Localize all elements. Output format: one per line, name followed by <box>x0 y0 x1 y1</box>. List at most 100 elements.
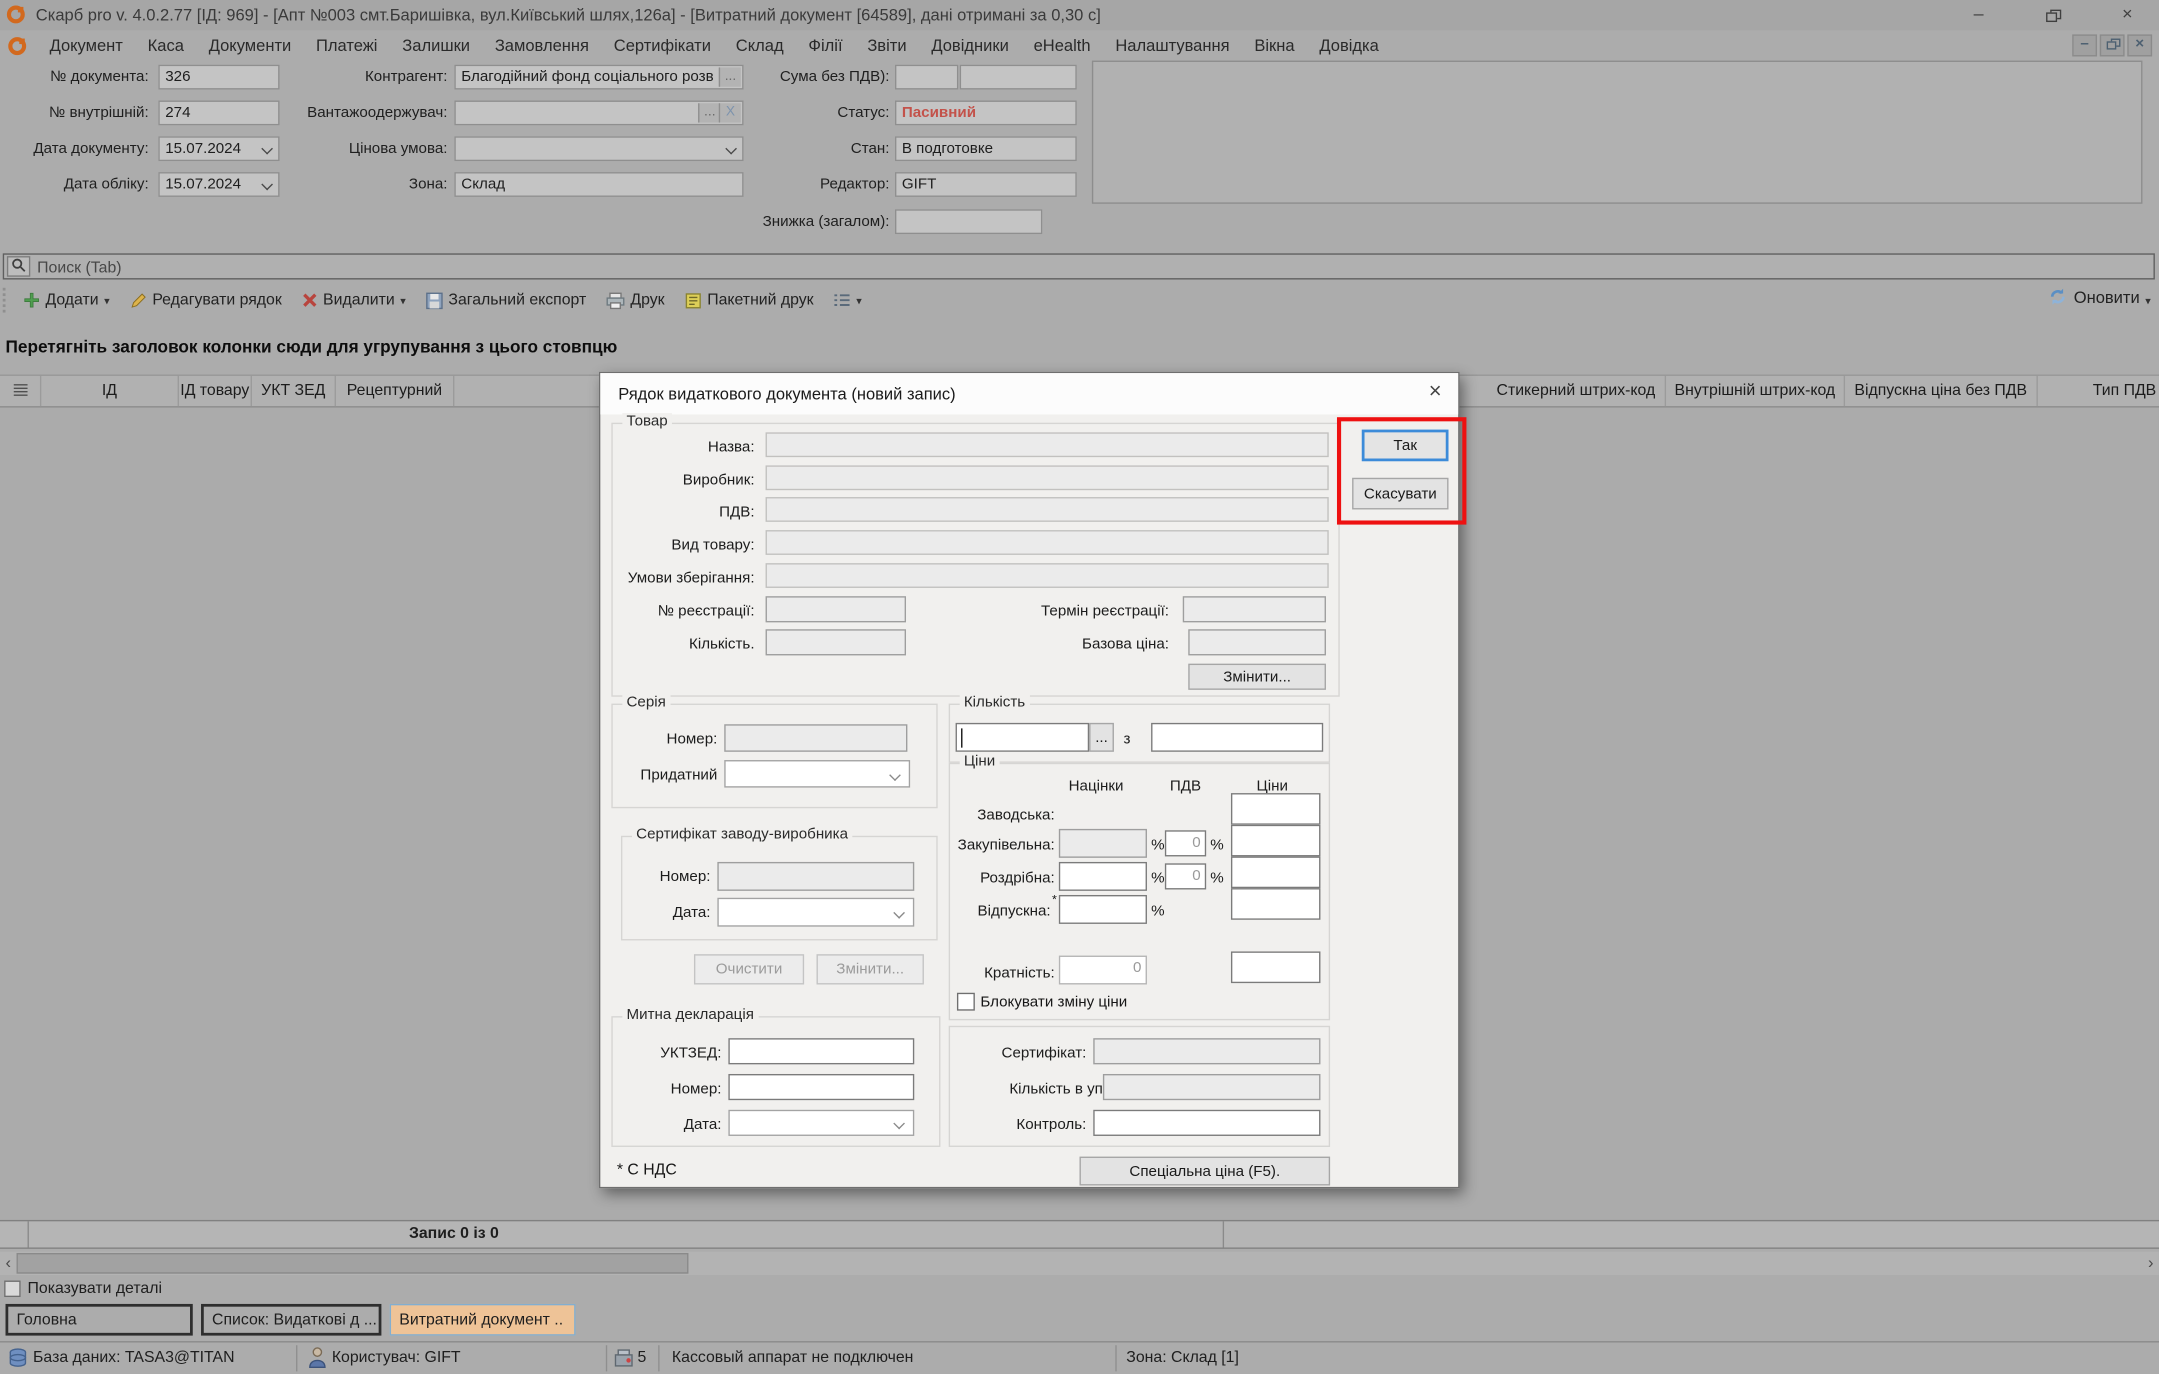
column-header-sticker-barcode[interactable]: Стикерний штрих-код <box>1487 376 1666 406</box>
tab-expense-list[interactable]: Список: Видаткові д ... <box>201 1304 381 1336</box>
row-selector-column-header[interactable] <box>0 376 41 406</box>
quantity-input[interactable] <box>956 723 1090 752</box>
menu-item-documents[interactable]: Документи <box>196 36 303 55</box>
menu-item-kasa[interactable]: Каса <box>135 36 196 55</box>
multiplicity-field[interactable]: 0 <box>1059 956 1147 985</box>
purchase-markup-field[interactable] <box>1059 829 1147 858</box>
toolbar-grip[interactable] <box>3 288 14 313</box>
uktzed-field[interactable] <box>728 1038 914 1064</box>
product-change-button[interactable]: Змінити... <box>1188 664 1326 690</box>
retail-markup-field[interactable] <box>1059 862 1147 891</box>
selling-markup-field[interactable] <box>1059 895 1147 924</box>
discount-field[interactable] <box>895 209 1042 234</box>
menu-item-directories[interactable]: Довідники <box>919 36 1021 55</box>
window-minimize-button[interactable]: – <box>1961 3 1997 26</box>
ok-button[interactable]: Так <box>1362 430 1449 462</box>
show-details-checkbox[interactable] <box>4 1281 21 1298</box>
menu-item-stock[interactable]: Залишки <box>390 36 483 55</box>
edit-row-button[interactable]: Редагувати рядок <box>119 291 291 309</box>
series-number-field[interactable] <box>724 724 907 752</box>
menu-item-certificates[interactable]: Сертифікати <box>601 36 723 55</box>
menu-item-ehealth[interactable]: eHealth <box>1021 36 1103 55</box>
retail-price-field[interactable] <box>1231 856 1320 888</box>
menu-item-windows[interactable]: Вікна <box>1242 36 1307 55</box>
columns-menu-dropdown-icon[interactable]: ▾ <box>856 294 862 306</box>
dialog-title-bar[interactable]: Рядок видаткового документа (новий запис… <box>600 373 1458 414</box>
cert-number-field[interactable] <box>717 862 914 891</box>
special-price-button[interactable]: Спеціальна ціна (F5). <box>1079 1157 1330 1186</box>
columns-menu-button[interactable]: ▾ <box>823 292 871 309</box>
column-header-prescription[interactable]: Рецептурний <box>336 376 454 406</box>
column-header-product-id[interactable]: ІД товару <box>179 376 252 406</box>
batch-print-button[interactable]: Пакетний друк <box>674 291 823 309</box>
refresh-dropdown-icon[interactable]: ▾ <box>2145 295 2151 307</box>
storage-field[interactable] <box>766 563 1329 588</box>
mdi-minimize-button[interactable]: – <box>2072 34 2097 56</box>
selling-price-field[interactable] <box>1231 888 1320 920</box>
product-type-field[interactable] <box>766 530 1329 555</box>
customs-number-field[interactable] <box>728 1074 914 1100</box>
customs-date-chevron-icon[interactable] <box>893 1118 905 1130</box>
retail-vat-field[interactable]: 0 <box>1165 863 1206 889</box>
menu-item-orders[interactable]: Замовлення <box>482 36 601 55</box>
scrollbar-thumb[interactable] <box>17 1253 689 1274</box>
print-button[interactable]: Друк <box>596 291 674 309</box>
purchase-vat-field[interactable]: 0 <box>1165 830 1206 856</box>
menu-item-document[interactable]: Документ <box>37 36 135 55</box>
column-header-uktzed[interactable]: УКТ ЗЕД <box>252 376 336 406</box>
cancel-button[interactable]: Скасувати <box>1352 478 1448 510</box>
cert-date-dropdown[interactable] <box>717 898 914 927</box>
purchase-price-field[interactable] <box>1231 825 1320 857</box>
lock-price-checkbox[interactable] <box>957 993 975 1011</box>
sum-no-vat-field-1[interactable] <box>895 65 958 90</box>
column-header-selling-price[interactable]: Відпускна ціна без ПДВ <box>1845 376 2038 406</box>
tab-main[interactable]: Головна <box>6 1304 193 1336</box>
menu-item-warehouse[interactable]: Склад <box>723 36 796 55</box>
series-valid-dropdown[interactable] <box>724 760 910 788</box>
delete-button[interactable]: Видалити▾ <box>291 292 415 309</box>
extra-price-field[interactable] <box>1231 951 1320 983</box>
cert-change-button[interactable]: Змінити... <box>817 954 924 984</box>
quantity-total-field[interactable] <box>1151 723 1323 752</box>
product-quantity-field[interactable] <box>766 629 906 655</box>
factory-price-field[interactable] <box>1231 793 1320 825</box>
delete-dropdown-icon[interactable]: ▾ <box>400 294 406 306</box>
cert-clear-button[interactable]: Очистити <box>694 954 804 984</box>
add-button[interactable]: Додати▾ <box>14 292 120 309</box>
customs-date-dropdown[interactable] <box>728 1110 914 1136</box>
tab-expense-document[interactable]: Витратний документ .. <box>390 1304 576 1336</box>
series-valid-chevron-icon[interactable] <box>889 769 901 781</box>
reg-term-field[interactable] <box>1183 596 1326 622</box>
dialog-close-button[interactable]: × <box>1429 380 1442 405</box>
mdi-close-button[interactable]: × <box>2127 34 2152 56</box>
mdi-restore-button[interactable] <box>2100 34 2125 56</box>
reg-number-field[interactable] <box>766 596 906 622</box>
menu-item-branches[interactable]: Філії <box>796 36 855 55</box>
add-dropdown-icon[interactable]: ▾ <box>104 294 110 306</box>
search-bar[interactable] <box>3 253 2155 279</box>
export-button[interactable]: Загальний експорт <box>415 291 596 309</box>
quantity-lookup-button[interactable]: ... <box>1089 723 1114 752</box>
product-name-field[interactable] <box>766 432 1329 457</box>
search-input[interactable] <box>34 255 1692 281</box>
horizontal-scrollbar[interactable]: ‹ › <box>0 1252 2159 1275</box>
menu-item-settings[interactable]: Налаштування <box>1103 36 1242 55</box>
certificate-field[interactable] <box>1093 1038 1320 1064</box>
column-header-vat-type[interactable]: Тип ПДВ <box>2038 376 2159 406</box>
window-restore-button[interactable] <box>2035 6 2071 29</box>
column-header-internal-barcode[interactable]: Внутрішній штрих-код <box>1666 376 1845 406</box>
control-field[interactable] <box>1093 1110 1320 1136</box>
column-header-id[interactable]: ІД <box>41 376 179 406</box>
refresh-button[interactable]: Оновити ▾ <box>2048 286 2151 307</box>
vat-field[interactable] <box>766 497 1329 522</box>
menu-item-payments[interactable]: Платежі <box>304 36 390 55</box>
window-close-button[interactable]: × <box>2109 3 2145 26</box>
manufacturer-field[interactable] <box>766 465 1329 490</box>
base-price-field[interactable] <box>1188 629 1326 655</box>
qty-per-pack-field[interactable] <box>1103 1074 1321 1100</box>
cert-date-chevron-icon[interactable] <box>893 907 905 919</box>
menu-item-help[interactable]: Довідка <box>1307 36 1391 55</box>
menu-item-reports[interactable]: Звіти <box>855 36 919 55</box>
scroll-left-arrow[interactable]: ‹ <box>0 1252 17 1275</box>
scroll-right-arrow[interactable]: › <box>2142 1252 2159 1275</box>
